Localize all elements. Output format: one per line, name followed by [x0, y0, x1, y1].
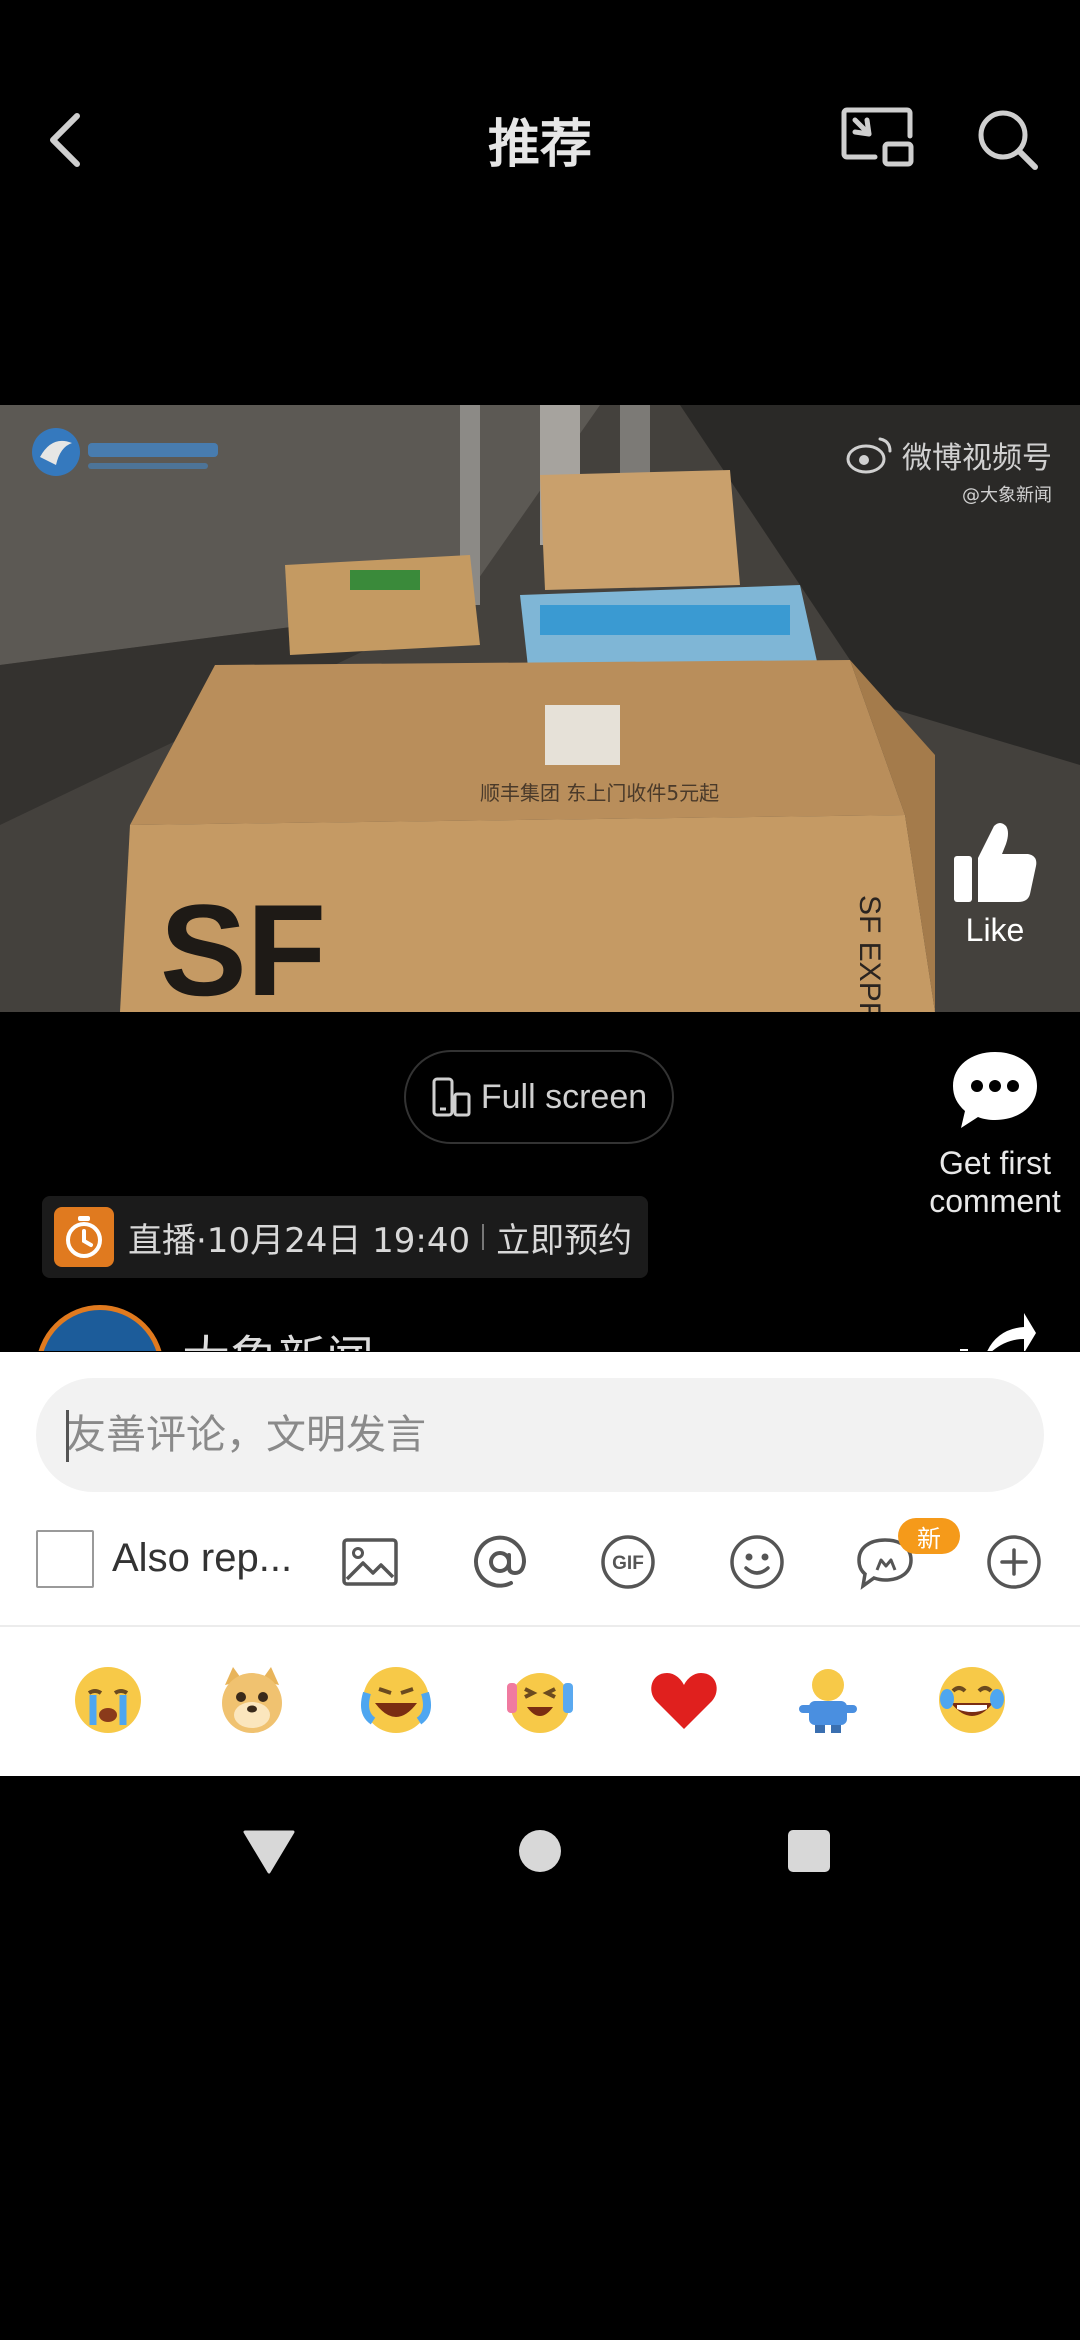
box-side-text: SF EXPRES: [853, 895, 886, 1012]
emoji-button[interactable]: [725, 1530, 789, 1594]
box-label-text: 顺丰集团 东上门收件5元起: [480, 781, 719, 805]
heart-emoji[interactable]: [646, 1662, 722, 1738]
comment-label: Get first comment: [929, 1145, 1061, 1219]
laughing-crying-emoji[interactable]: [358, 1662, 434, 1738]
crying-face-emoji[interactable]: [70, 1662, 146, 1738]
avatar[interactable]: [36, 1305, 164, 1351]
timer-icon: [54, 1207, 114, 1267]
system-nav-bar: [0, 1776, 1080, 1916]
search-icon: [978, 110, 1038, 170]
comment-bubble-icon: [953, 1052, 1037, 1128]
live-schedule-text: 直播·10月24日 19:40: [128, 1220, 471, 1261]
gif-button[interactable]: GIF: [596, 1530, 660, 1594]
nav-recents-button[interactable]: [774, 1816, 844, 1886]
text-cursor: [66, 1410, 69, 1462]
tears-of-joy-emoji[interactable]: [934, 1662, 1010, 1738]
share-icon[interactable]: [954, 1309, 1038, 1351]
box-brand-text: SF: [160, 877, 326, 1012]
composer-toolbar: Also rep... GIF 新: [0, 1518, 1080, 1594]
svg-text:GIF: GIF: [612, 1553, 644, 1574]
watermark-source: @大象新闻: [962, 485, 1052, 506]
fullscreen-button[interactable]: Full screen: [404, 1050, 674, 1144]
comment-button[interactable]: Get first comment: [915, 1048, 1075, 1220]
watermark-platform: 微博视频号: [902, 441, 1052, 476]
account-name[interactable]: 大象新闻: [182, 1319, 374, 1351]
square-recents-icon: [788, 1830, 830, 1872]
plus-circle-icon: [987, 1535, 1041, 1589]
phone-rotate-icon: [432, 1077, 471, 1117]
station-logo: [30, 425, 230, 479]
doll-emoji[interactable]: [790, 1662, 866, 1738]
new-badge: 新: [898, 1518, 960, 1554]
excited-emoji[interactable]: [502, 1662, 578, 1738]
live-reservation-banner[interactable]: 直播·10月24日 19:40 立即预约: [42, 1196, 648, 1278]
nav-back-button[interactable]: [234, 1816, 304, 1886]
like-button[interactable]: Like: [940, 820, 1050, 949]
account-row[interactable]: 大象新闻: [36, 1305, 1076, 1351]
picture-in-picture-icon: [841, 107, 914, 167]
image-button[interactable]: [338, 1530, 402, 1594]
video-watermark: 微博视频号 @大象新闻: [846, 433, 1052, 507]
station-logo-icon: [32, 428, 218, 476]
divider: [0, 1625, 1080, 1627]
doge-emoji[interactable]: [214, 1662, 290, 1738]
page-title: 推荐: [487, 115, 592, 175]
more-button[interactable]: [982, 1530, 1046, 1594]
weibo-icon: [846, 437, 892, 474]
thumbs-up-icon: [954, 823, 1037, 902]
gif-icon: GIF: [601, 1535, 655, 1589]
emoji-quick-row: [0, 1662, 1080, 1738]
mention-button[interactable]: [468, 1530, 532, 1594]
search-button[interactable]: [968, 100, 1048, 180]
live-separator: [482, 1224, 485, 1250]
also-repost-label[interactable]: Also rep...: [112, 1536, 292, 1581]
circle-home-icon: [519, 1830, 561, 1872]
at-sign-icon: [474, 1535, 527, 1588]
image-icon: [342, 1538, 398, 1586]
comment-input[interactable]: [36, 1378, 1044, 1492]
smiley-icon: [730, 1535, 784, 1589]
pip-button[interactable]: [838, 102, 918, 172]
reserve-now-link[interactable]: 立即预约: [496, 1213, 632, 1262]
nav-home-button[interactable]: [505, 1816, 575, 1886]
also-repost-checkbox[interactable]: [36, 1530, 94, 1588]
like-label: Like: [965, 912, 1025, 948]
triangle-back-icon: [243, 1830, 295, 1874]
fullscreen-label: Full screen: [480, 1077, 648, 1116]
